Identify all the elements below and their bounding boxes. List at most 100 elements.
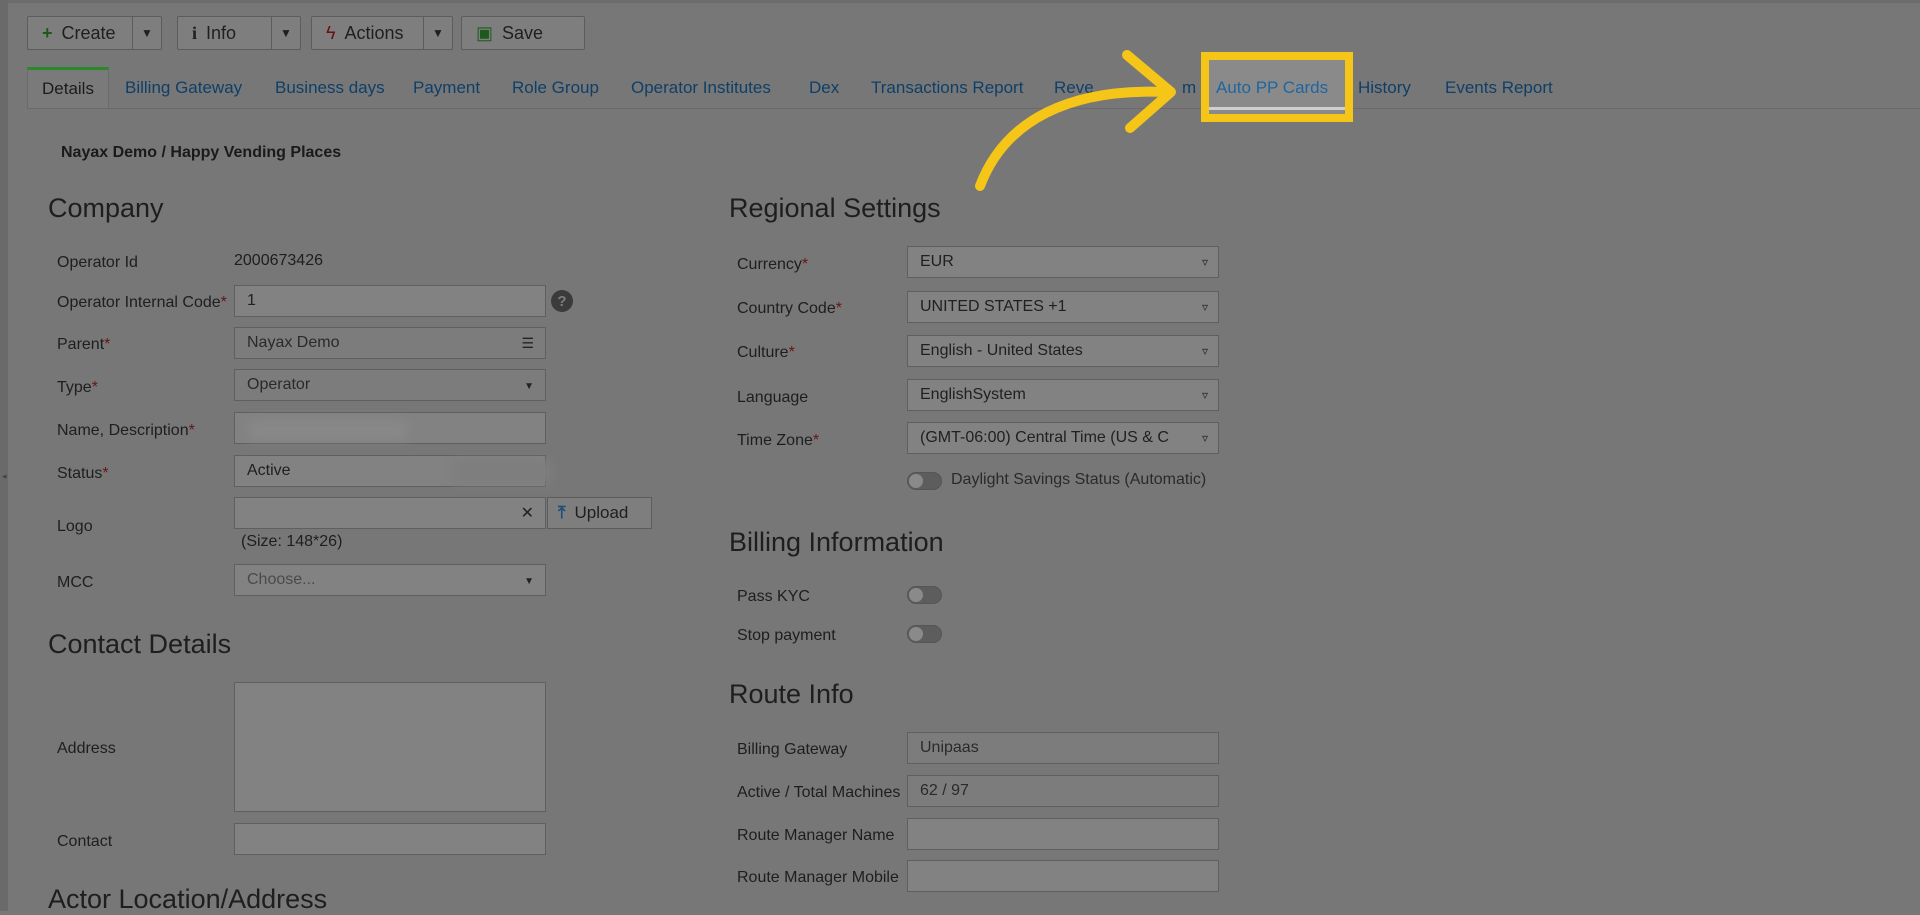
type-select[interactable]: Operator ▼ [234, 369, 546, 401]
internal-code-label: Operator Internal Code* [57, 294, 227, 311]
culture-label: Culture* [737, 344, 795, 361]
billing-gateway-field: Unipaas [907, 732, 1219, 764]
mcc-placeholder: Choose... [247, 571, 316, 588]
floppy-icon: ▣ [476, 22, 494, 43]
sidebar-handle-icon[interactable]: ◂ [2, 471, 7, 482]
upload-label: Upload [574, 503, 629, 522]
parent-label-text: Parent [57, 336, 105, 353]
chevron-down-icon[interactable]: ▼ [132, 17, 161, 49]
status-value: Active [247, 462, 291, 479]
currency-value: EUR [920, 253, 954, 270]
create-button[interactable]: + Create ▼ [27, 16, 162, 50]
tab-auto-pp-cards[interactable]: Auto PP Cards [1216, 78, 1328, 98]
machines-field: 62 / 97 [907, 775, 1219, 807]
blurred-status-arrow [452, 460, 552, 484]
country-code-select[interactable]: UNITED STATES +1 ▿ [907, 291, 1219, 323]
logo-size-hint: (Size: 148*26) [241, 533, 343, 550]
pass-kyc-label: Pass KYC [737, 588, 810, 605]
tab-dex[interactable]: Dex [809, 68, 839, 108]
name-description-label-text: Name, Description [57, 422, 189, 439]
dst-label: Daylight Savings Status (Automatic) [951, 471, 1207, 488]
stop-payment-label: Stop payment [737, 627, 836, 644]
actions-button[interactable]: ϟ Actions ▼ [311, 16, 453, 50]
plus-icon: + [42, 22, 53, 43]
triangle-down-icon: ▿ [1201, 344, 1208, 358]
mcc-label: MCC [57, 574, 94, 591]
culture-value: English - United States [920, 342, 1083, 359]
chevron-down-icon: ▼ [524, 381, 534, 392]
help-icon[interactable]: ? [551, 290, 573, 312]
currency-label: Currency* [737, 256, 809, 273]
triangle-down-icon: ▿ [1201, 431, 1208, 445]
chevron-down-icon[interactable]: ▼ [271, 17, 300, 49]
chevron-down-icon: ▼ [524, 576, 534, 587]
contact-input[interactable] [234, 823, 546, 855]
currency-select[interactable]: EUR ▿ [907, 246, 1219, 278]
company-heading: Company [48, 193, 164, 223]
left-sidebar-collapsed[interactable] [0, 0, 8, 911]
tab-billing-gateway[interactable]: Billing Gateway [125, 68, 242, 108]
route-manager-name-input[interactable] [907, 818, 1219, 850]
status-label-text: Status [57, 465, 103, 482]
triangle-down-icon: ▿ [1201, 300, 1208, 314]
pointer-arrow-icon [975, 50, 1176, 191]
clear-icon[interactable]: ✕ [521, 503, 534, 523]
address-label: Address [57, 740, 116, 757]
save-button[interactable]: ▣ Save [461, 16, 585, 50]
parent-field[interactable]: Nayax Demo ☰ [234, 327, 546, 359]
dst-toggle[interactable] [907, 472, 942, 490]
blurred-name [248, 420, 408, 440]
actor-location-heading: Actor Location/Address [48, 884, 328, 914]
address-textarea[interactable] [234, 682, 546, 812]
type-value: Operator [247, 376, 311, 393]
tab-payment[interactable]: Payment [413, 68, 480, 108]
time-zone-value: (GMT-06:00) Central Time (US & C [920, 429, 1169, 446]
logo-file-input[interactable]: ✕ [234, 497, 546, 529]
name-description-label: Name, Description* [57, 422, 195, 439]
tab-details[interactable]: Details [27, 67, 109, 108]
billing-information-heading: Billing Information [729, 527, 944, 557]
country-code-label-text: Country Code [737, 300, 836, 317]
pass-kyc-toggle[interactable] [907, 586, 942, 604]
machines-label: Active / Total Machines [737, 784, 901, 801]
top-strip [0, 0, 1920, 3]
country-code-label: Country Code* [737, 300, 842, 317]
tab-business-days[interactable]: Business days [275, 68, 385, 108]
list-icon[interactable]: ☰ [521, 335, 534, 352]
mcc-select[interactable]: Choose... ▼ [234, 564, 546, 596]
route-manager-mobile-input[interactable] [907, 860, 1219, 892]
logo-label: Logo [57, 518, 93, 535]
status-label: Status* [57, 465, 109, 482]
contact-details-heading: Contact Details [48, 629, 232, 659]
culture-label-text: Culture [737, 344, 789, 361]
route-info-heading: Route Info [729, 679, 854, 709]
culture-select[interactable]: English - United States ▿ [907, 335, 1219, 367]
upload-icon: ⤒ [558, 503, 566, 522]
parent-value: Nayax Demo [247, 334, 340, 351]
time-zone-select[interactable]: (GMT-06:00) Central Time (US & C ▿ [907, 422, 1219, 454]
save-label: Save [502, 22, 544, 43]
regional-settings-heading: Regional Settings [729, 193, 941, 223]
language-select[interactable]: EnglishSystem ▿ [907, 379, 1219, 411]
triangle-down-icon: ▿ [1201, 255, 1208, 269]
tab-events-report[interactable]: Events Report [1445, 68, 1553, 108]
actions-label: Actions [344, 22, 404, 43]
tab-history[interactable]: History [1358, 68, 1411, 108]
info-button[interactable]: i Info ▼ [177, 16, 301, 50]
machines-value: 62 / 97 [920, 782, 969, 799]
chevron-down-icon[interactable]: ▼ [423, 17, 452, 49]
stop-payment-toggle[interactable] [907, 625, 942, 643]
upload-button[interactable]: ⤒ Upload [547, 497, 652, 529]
currency-label-text: Currency [737, 256, 802, 273]
tab-role-group[interactable]: Role Group [512, 68, 599, 108]
language-label: Language [737, 389, 809, 406]
internal-code-input[interactable]: 1 [234, 285, 546, 317]
parent-label: Parent* [57, 336, 111, 353]
operator-id-label: Operator Id [57, 254, 138, 271]
breadcrumb: Nayax Demo / Happy Vending Places [61, 144, 342, 161]
tab-operator-institutes[interactable]: Operator Institutes [631, 68, 771, 108]
internal-code-label-text: Operator Internal Code [57, 294, 221, 311]
info-icon: i [192, 22, 198, 43]
language-value: EnglishSystem [920, 386, 1026, 403]
time-zone-label-text: Time Zone [737, 432, 813, 449]
